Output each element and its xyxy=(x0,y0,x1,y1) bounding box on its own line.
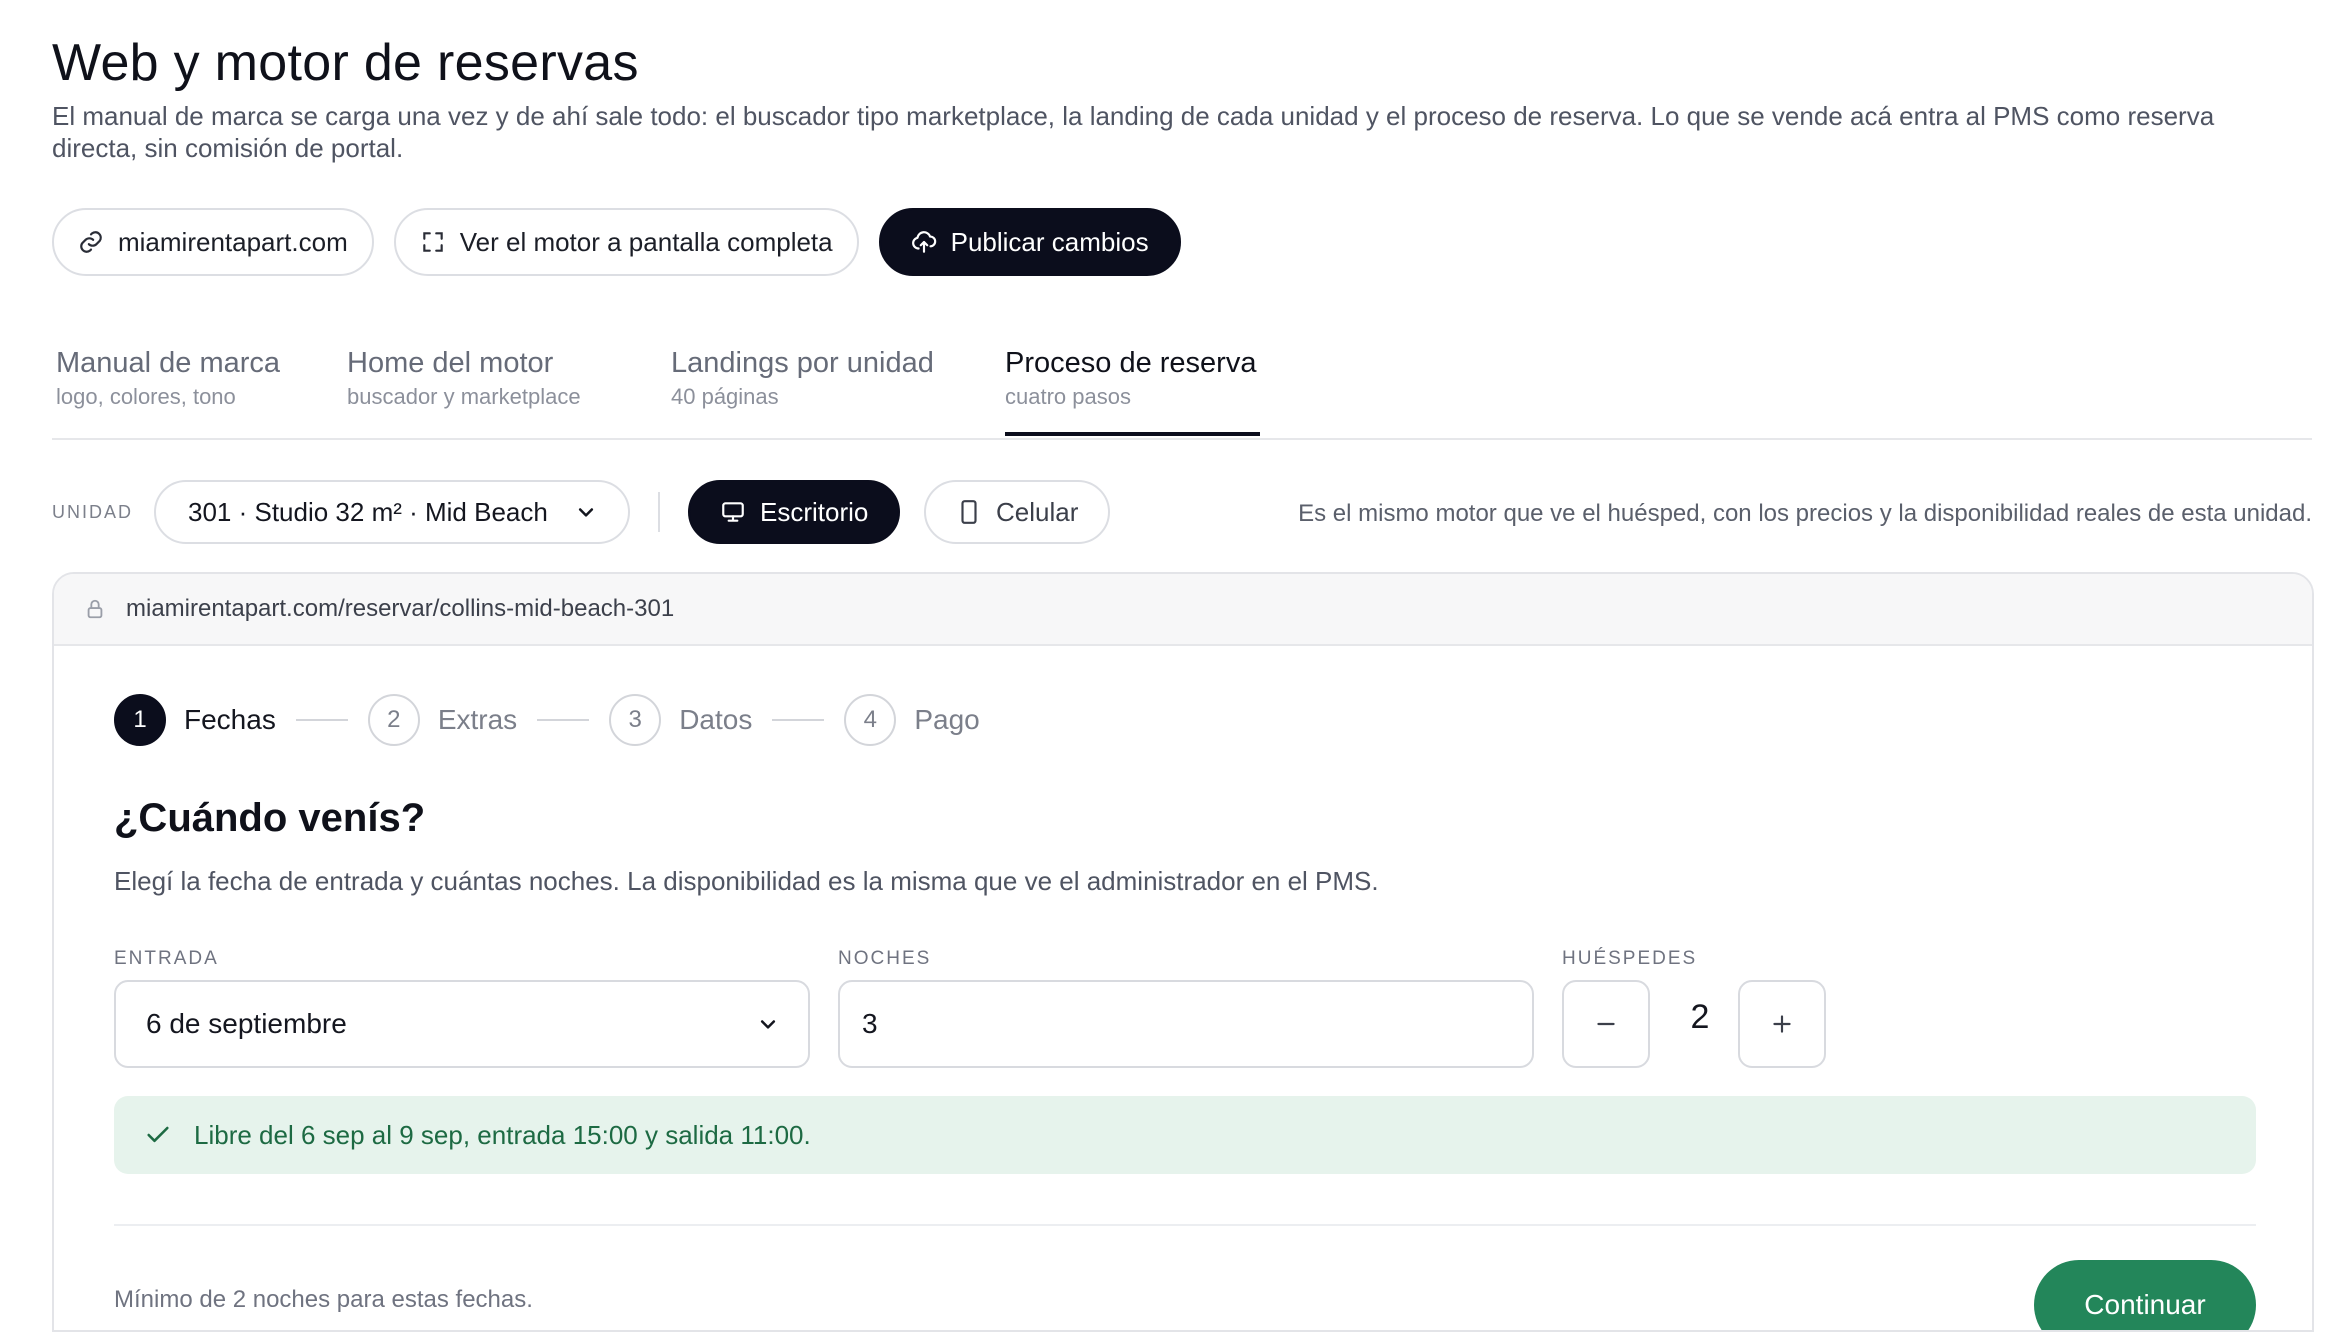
guests-value: 2 xyxy=(1690,998,1710,1036)
page: Web y motor de reservas El manual de mar… xyxy=(52,28,2314,1332)
step-description: Elegí la fecha de entrada y cuántas noch… xyxy=(114,866,1379,896)
step-extras[interactable]: 2 Extras xyxy=(367,694,518,746)
min-nights-note: Mínimo de 2 noches para estas fechas. xyxy=(114,1286,533,1313)
desktop-view-button[interactable]: Escritorio xyxy=(688,480,901,544)
guests-decrement-button[interactable] xyxy=(1562,980,1650,1068)
tab-title: Home del motor xyxy=(347,347,554,379)
step-label: Fechas xyxy=(184,704,276,735)
mobile-label: Celular xyxy=(996,496,1079,527)
step-connector xyxy=(537,719,590,721)
expand-icon xyxy=(422,232,443,252)
guests-label: HUÉSPEDES xyxy=(1562,948,1698,969)
unit-select[interactable]: 301 · Studio 32 m² · Mid Beach xyxy=(154,480,630,544)
link-icon xyxy=(80,231,102,253)
fullscreen-label: Ver el motor a pantalla completa xyxy=(459,226,833,257)
footer-divider xyxy=(114,1224,2256,1226)
booking-preview-frame: miamirentapart.com/reservar/collins-mid-… xyxy=(52,572,2314,1332)
availability-text: Libre del 6 sep al 9 sep, entrada 15:00 … xyxy=(194,1119,811,1150)
plus-icon xyxy=(1773,1015,1791,1033)
section-tabs: Manual de marca logo, colores, tono Home… xyxy=(52,320,2312,440)
nights-input[interactable]: 3 xyxy=(838,980,1534,1068)
active-tab-indicator xyxy=(1005,432,1261,436)
checkin-label: ENTRADA xyxy=(114,948,219,969)
step-number: 3 xyxy=(609,694,662,746)
tab-subtitle: 40 páginas xyxy=(671,384,779,409)
cloud-upload-icon xyxy=(911,231,936,253)
tab-title: Manual de marca xyxy=(56,347,281,379)
tab-subtitle: buscador y marketplace xyxy=(347,384,581,409)
smartphone-icon xyxy=(961,500,977,524)
url-text: miamirentapart.com/reservar/collins-mid-… xyxy=(126,595,675,622)
unit-selected-value: 301 · Studio 32 m² · Mid Beach xyxy=(188,496,548,527)
step-number: 2 xyxy=(367,694,420,746)
tab-landings-por-unidad[interactable]: Landings por unidad 40 páginas xyxy=(671,346,934,412)
guests-increment-button[interactable] xyxy=(1738,980,1826,1068)
unit-label: UNIDAD xyxy=(52,502,134,522)
step-connector xyxy=(772,719,825,721)
step-datos[interactable]: 3 Datos xyxy=(609,694,752,746)
action-bar: miamirentapart.com Ver el motor a pantal… xyxy=(52,208,1181,276)
availability-banner: Libre del 6 sep al 9 sep, entrada 15:00 … xyxy=(114,1096,2256,1174)
step-pago[interactable]: 4 Pago xyxy=(844,694,980,746)
step-number: 4 xyxy=(844,694,897,746)
lock-icon xyxy=(87,599,103,619)
unit-note: Es el mismo motor que ve el huésped, con… xyxy=(1298,500,2312,527)
nights-label: NOCHES xyxy=(838,948,932,969)
check-icon xyxy=(147,1126,169,1143)
checkin-select[interactable]: 6 de septiembre xyxy=(114,980,810,1068)
continue-button[interactable]: Continuar xyxy=(2034,1260,2256,1330)
nights-value: 3 xyxy=(862,1008,878,1039)
publish-label: Publicar cambios xyxy=(950,226,1149,257)
publish-button[interactable]: Publicar cambios xyxy=(878,208,1181,276)
tab-subtitle: cuatro pasos xyxy=(1005,384,1131,409)
tab-proceso-de-reserva[interactable]: Proceso de reserva cuatro pasos xyxy=(1005,346,1261,436)
minus-icon xyxy=(1597,1022,1615,1026)
chevron-down-icon xyxy=(760,1020,776,1029)
step-connector xyxy=(295,719,348,721)
domain-link-button[interactable]: miamirentapart.com xyxy=(52,208,374,276)
tab-title: Proceso de reserva xyxy=(1005,347,1257,379)
unit-toolbar: UNIDAD 301 · Studio 32 m² · Mid Beach Es… xyxy=(52,480,2312,544)
page-title: Web y motor de reservas xyxy=(52,34,639,92)
tab-subtitle: logo, colores, tono xyxy=(56,384,236,409)
domain-label: miamirentapart.com xyxy=(118,226,348,257)
step-heading: ¿Cuándo venís? xyxy=(114,796,426,840)
checkin-value: 6 de septiembre xyxy=(146,1008,347,1039)
step-fechas[interactable]: 1 Fechas xyxy=(114,694,276,746)
desktop-label: Escritorio xyxy=(760,496,869,527)
mobile-view-button[interactable]: Celular xyxy=(924,480,1111,544)
tab-title: Landings por unidad xyxy=(671,347,934,379)
step-label: Datos xyxy=(679,704,753,735)
monitor-icon xyxy=(722,502,744,522)
step-number: 1 xyxy=(114,694,166,746)
step-label: Extras xyxy=(437,704,518,735)
fullscreen-button[interactable]: Ver el motor a pantalla completa xyxy=(393,208,859,276)
tab-manual-de-marca[interactable]: Manual de marca logo, colores, tono xyxy=(56,346,280,412)
url-bar: miamirentapart.com/reservar/collins-mid-… xyxy=(54,574,2312,646)
toolbar-divider xyxy=(658,492,660,532)
tab-home-del-motor[interactable]: Home del motor buscador y marketplace xyxy=(347,346,581,412)
step-label: Pago xyxy=(914,704,980,735)
booking-stepper: 1 Fechas 2 Extras 3 Datos 4 Pago xyxy=(114,694,980,746)
chevron-down-icon xyxy=(578,508,594,517)
page-subtitle: El manual de marca se carga una vez y de… xyxy=(52,101,2215,163)
